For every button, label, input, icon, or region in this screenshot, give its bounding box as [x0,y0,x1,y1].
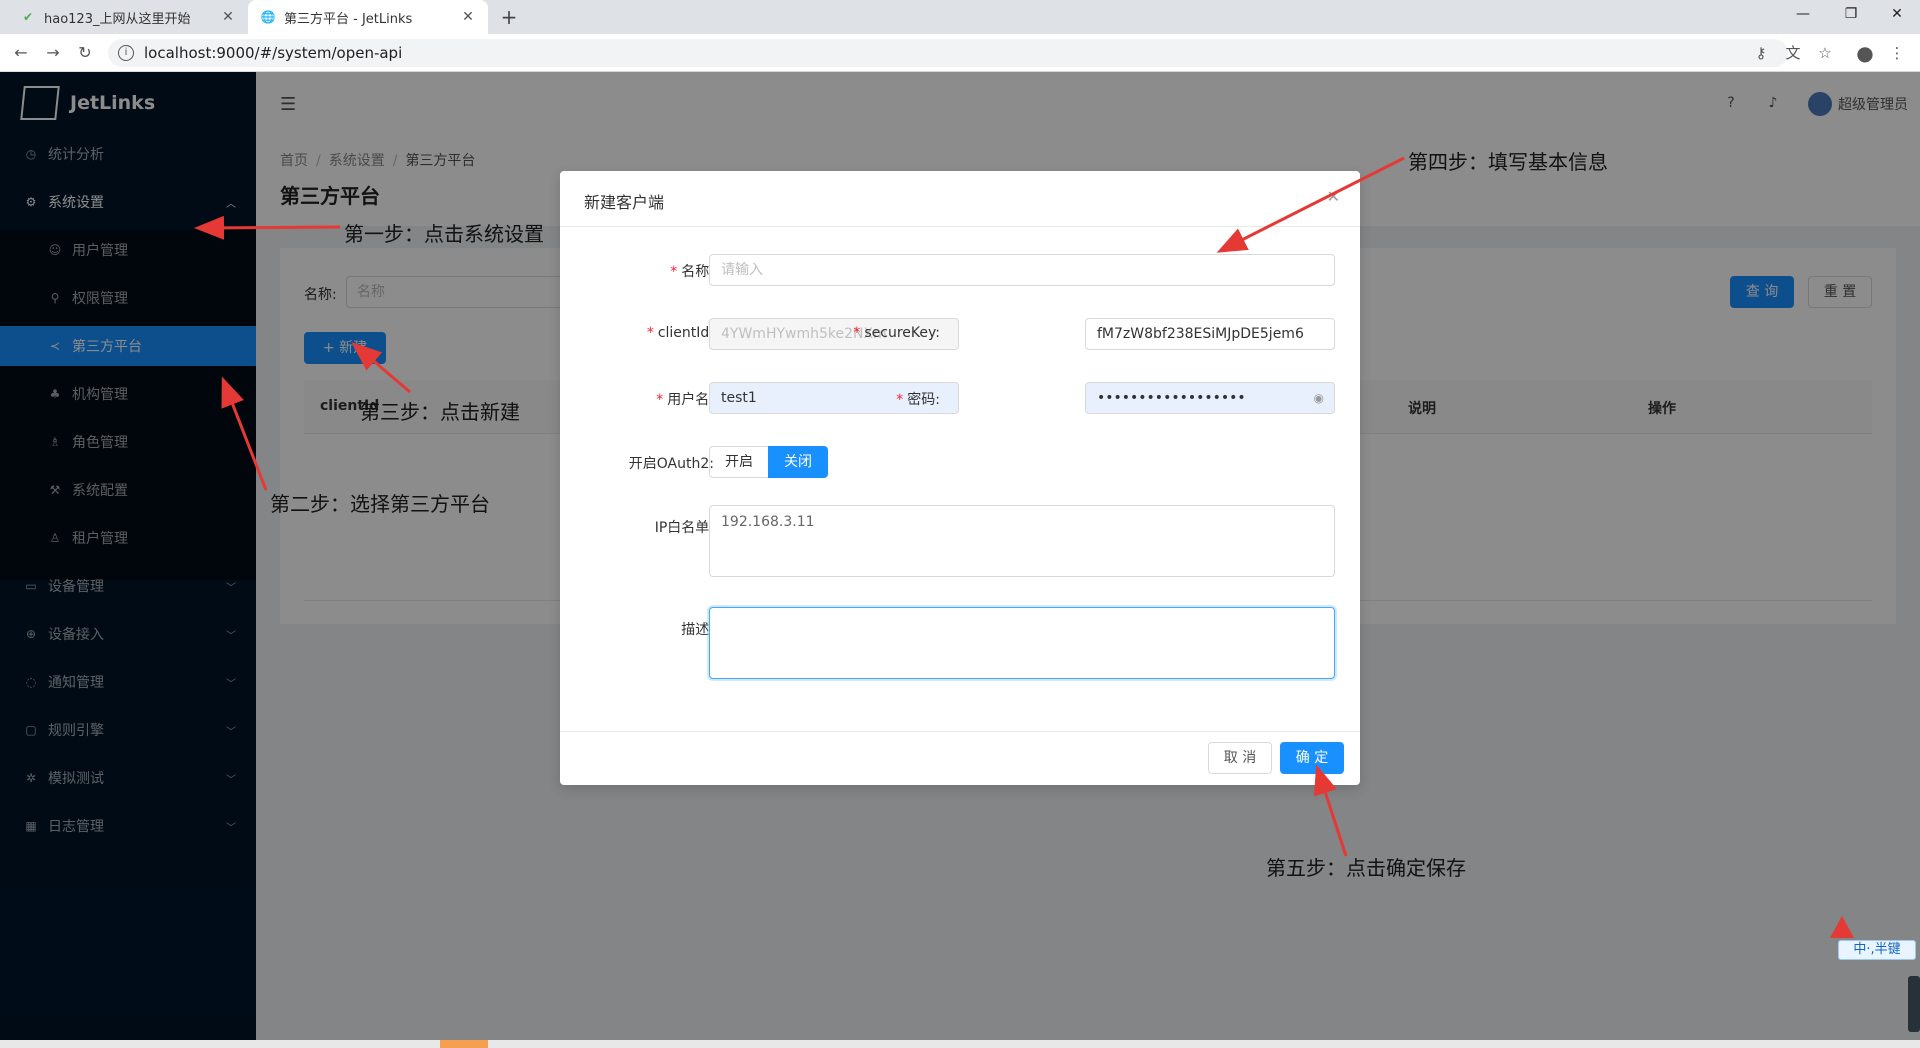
annotation-step4: 第四步：填写基本信息 [1408,150,1608,174]
password-input[interactable]: •••••••••••••••••• ◉ [1085,382,1335,414]
translate-icon[interactable]: 文 [1782,42,1804,64]
forward-button[interactable]: → [42,42,64,64]
browser-tab-hao123[interactable]: ✔ hao123_上网从这里开始 ✕ [8,0,248,34]
securekey-label: * secureKey: [853,325,940,341]
password-label: * 密码: [896,392,940,408]
password-mask: •••••••••••••••••• [1097,390,1246,406]
name-input[interactable]: 请输入 [709,254,1335,286]
clientid-label: * clientId: [646,325,714,341]
oauth2-label: 开启OAuth2: [628,456,714,472]
browser-tab-bar: ✔ hao123_上网从这里开始 ✕ 🌐 第三方平台 - JetLinks ✕ … [0,0,1920,34]
restore-button[interactable]: ❐ [1828,0,1874,30]
window-close-button[interactable]: ✕ [1874,0,1920,30]
minimize-button[interactable]: — [1780,0,1826,30]
ok-button[interactable]: 确 定 [1280,742,1344,774]
new-tab-button[interactable]: + [498,6,520,28]
close-icon[interactable]: ✕ [1327,187,1340,206]
modal-footer: 取 消 确 定 [560,731,1360,785]
annotation-step1: 第一步：点击系统设置 [344,222,544,246]
volume-meter [1908,976,1920,1032]
back-button[interactable]: ← [10,42,32,64]
close-icon[interactable]: ✕ [460,9,476,25]
ip-whitelist-textarea[interactable]: 192.168.3.11 [709,505,1335,577]
modal-title: 新建客户端 [584,193,665,212]
key-icon[interactable]: ⚷ [1750,42,1772,64]
url-field[interactable]: i localhost:9000/#/system/open-api [108,39,1788,67]
ime-status: 中·,半键 [1838,940,1916,960]
name-label: * 名称: [670,264,714,280]
oauth2-on-option[interactable]: 开启 [709,446,769,478]
annotation-step2: 第二步：选择第三方平台 [270,492,490,516]
tab-title: 第三方平台 - JetLinks [284,11,413,27]
tab-title: hao123_上网从这里开始 [44,11,191,27]
star-icon[interactable]: ☆ [1814,42,1836,64]
more-icon[interactable]: ⋮ [1886,42,1908,64]
eye-invisible-icon[interactable]: ◉ [1314,383,1324,413]
description-textarea[interactable] [709,607,1335,679]
username-label: * 用户名: [656,392,714,408]
globe-icon: 🌐 [260,10,276,24]
create-client-modal: 新建客户端 ✕ * 名称: 请输入 * clientId: 4YWmHYwmh5ke… [560,171,1360,785]
annotation-step5: 第五步：点击确定保存 [1266,856,1466,880]
oauth2-off-option[interactable]: 关闭 [768,446,828,478]
ip-whitelist-label: IP白名单: [654,520,714,536]
ime-toolbar[interactable]: 中·,半键 [1830,916,1916,968]
ime-hat-icon [1830,916,1854,938]
modal-header: 新建客户端 ✕ [560,171,1360,227]
taskbar [0,1040,1920,1048]
hao123-icon: ✔ [22,10,34,24]
cancel-button[interactable]: 取 消 [1208,742,1272,774]
close-icon[interactable]: ✕ [220,9,236,25]
info-icon[interactable]: i [118,45,134,61]
address-bar-row: ← → ↻ i localhost:9000/#/system/open-api… [0,34,1920,72]
url-text: localhost:9000/#/system/open-api [144,44,403,62]
profile-icon[interactable]: ● [1854,42,1876,64]
browser-tab-jetlinks[interactable]: 🌐 第三方平台 - JetLinks ✕ [248,0,488,34]
securekey-input[interactable]: fM7zW8bf238ESiMJpDE5jem6 [1085,318,1335,350]
annotation-step3: 第三步：点击新建 [360,400,520,424]
taskbar-item[interactable] [440,1040,488,1048]
reload-button[interactable]: ↻ [74,42,96,64]
